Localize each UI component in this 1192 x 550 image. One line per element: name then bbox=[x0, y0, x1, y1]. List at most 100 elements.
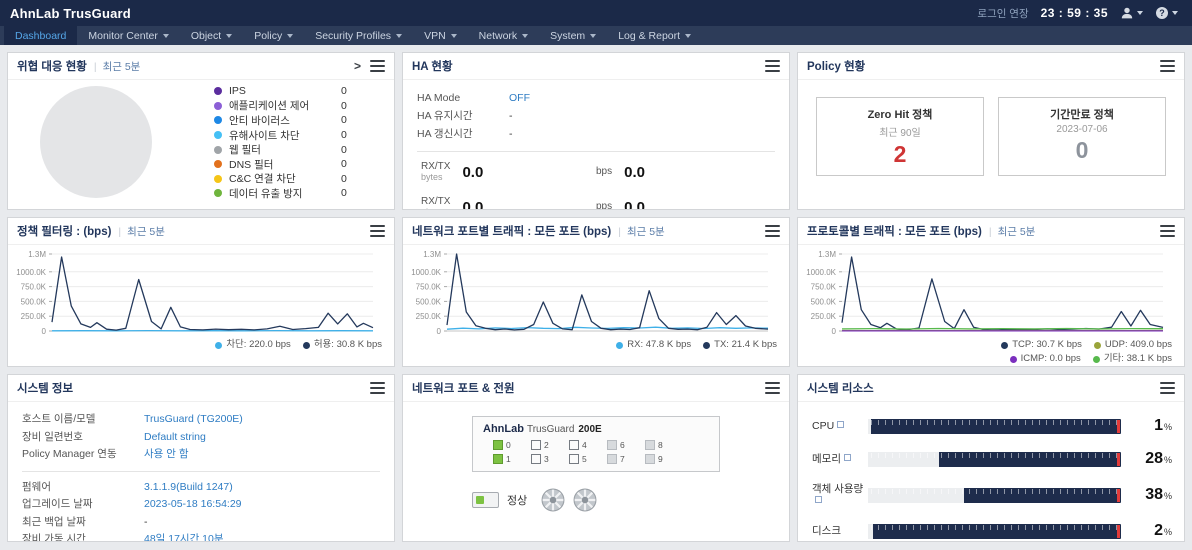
ha-counter: pps 0.0 bbox=[596, 197, 771, 210]
nav-item-monitor-center[interactable]: Monitor Center bbox=[77, 26, 179, 45]
policy-cards: Zero Hit 정책 최근 90일 2 기간만료 정책 2023-07-06 0 bbox=[798, 80, 1184, 176]
gauge-ticks bbox=[871, 452, 1118, 458]
panel-menu-icon[interactable] bbox=[765, 60, 780, 72]
panel-header: 프로토콜별 트래픽 : 모든 포트 (bps) 최근 5분 bbox=[798, 218, 1184, 245]
legend-item: 데이터 유출 방지 0 bbox=[214, 186, 374, 201]
legend-item: IPS 0 bbox=[214, 84, 374, 99]
legend-label: ICMP: 0.0 bps bbox=[1020, 353, 1081, 364]
nav-item-log-report[interactable]: Log & Report bbox=[607, 26, 702, 45]
port-number: 0 bbox=[506, 440, 511, 450]
session-extend-link[interactable]: 로그인 연장 bbox=[977, 6, 1028, 21]
info-row: 장비 일련번호 Default string bbox=[22, 429, 380, 447]
topbar-right: 로그인 연장 23 : 59 : 35 ? bbox=[977, 6, 1182, 21]
panel-menu-icon[interactable] bbox=[1160, 382, 1175, 394]
panel-menu-icon[interactable] bbox=[1160, 225, 1175, 237]
port-led-icon bbox=[645, 454, 655, 464]
port-9: 9 bbox=[645, 454, 683, 464]
ha-row-label: HA 유지시간 bbox=[417, 110, 473, 122]
ha-row-value[interactable]: OFF bbox=[509, 92, 530, 104]
gauge-row: CPU 1% bbox=[812, 417, 1172, 435]
expand-icon[interactable]: > bbox=[354, 60, 361, 72]
resource-gauges: CPU 1% 메모리 28% 객체 사용량 38% 디스크 2% bbox=[798, 402, 1184, 540]
counter-value: 0.0 bbox=[462, 163, 484, 181]
nav-item-system[interactable]: System bbox=[539, 26, 607, 45]
nav-item-object[interactable]: Object bbox=[180, 26, 243, 45]
port-led-icon bbox=[569, 440, 579, 450]
chevron-down-icon bbox=[522, 33, 529, 38]
gauge-label: CPU bbox=[812, 420, 864, 432]
user-icon bbox=[1121, 7, 1133, 19]
nav-item-label: System bbox=[550, 29, 586, 42]
panel-subtitle: 최근 5분 bbox=[87, 59, 141, 74]
panel-title: HA 현황 bbox=[412, 61, 453, 73]
port-number: 7 bbox=[620, 454, 625, 464]
power-status-label: 정상 bbox=[507, 495, 528, 507]
help-menu-button[interactable]: ? bbox=[1155, 6, 1178, 20]
fan-icon bbox=[541, 488, 565, 512]
info-value[interactable]: TrusGuard (TG200E) bbox=[144, 411, 243, 429]
ha-counter-label: RX/TXpkts bbox=[421, 197, 450, 210]
panel-title: 정책 필터링 : (bps) bbox=[17, 226, 112, 238]
gauge-bar bbox=[868, 487, 1121, 503]
gauge-row: 메모리 28% bbox=[812, 450, 1172, 468]
port-4: 4 bbox=[569, 440, 607, 450]
legend-color-dot bbox=[703, 341, 711, 349]
info-value[interactable]: 사용 안 함 bbox=[144, 446, 188, 464]
port-number: 5 bbox=[582, 454, 587, 464]
info-value: - bbox=[144, 515, 148, 528]
info-row: 호스트 이름/모델 TrusGuard (TG200E) bbox=[22, 411, 380, 429]
svg-text:500.0K: 500.0K bbox=[21, 297, 47, 306]
external-link-icon[interactable] bbox=[843, 454, 851, 461]
info-value[interactable]: Default string bbox=[144, 429, 206, 447]
svg-text:750.0K: 750.0K bbox=[811, 283, 837, 292]
external-link-icon[interactable] bbox=[815, 496, 822, 503]
ha-counter-label: RX/TX bytes bbox=[421, 162, 450, 183]
nav-item-vpn[interactable]: VPN bbox=[413, 26, 468, 45]
gauge-threshold-marker bbox=[1117, 524, 1120, 538]
port-2: 2 bbox=[531, 440, 569, 450]
user-menu-button[interactable] bbox=[1120, 6, 1143, 20]
legend-color-dot bbox=[214, 87, 222, 96]
svg-text:1.3M: 1.3M bbox=[818, 250, 836, 259]
policy-card[interactable]: Zero Hit 정책 최근 90일 2 bbox=[816, 97, 984, 176]
nav-item-security-profiles[interactable]: Security Profiles bbox=[304, 26, 413, 45]
panel-protocol-traffic-chart: 프로토콜별 트래픽 : 모든 포트 (bps) 최근 5분 0 250.0K 500… bbox=[797, 217, 1185, 367]
panel-header: 위협 대응 현황 최근 5분 > bbox=[8, 53, 394, 80]
panel-menu-icon[interactable] bbox=[370, 60, 385, 72]
panel-menu-icon[interactable] bbox=[765, 225, 780, 237]
divider bbox=[22, 470, 380, 472]
nav-item-network[interactable]: Network bbox=[468, 26, 540, 45]
svg-text:250.0K: 250.0K bbox=[21, 312, 47, 321]
external-link-icon[interactable] bbox=[837, 421, 845, 428]
chart-body: 0 250.0K 500.0K 750.0K 1000.0K 1.3M 차단: 220.0… bbox=[8, 245, 394, 353]
line-chart: 0 250.0K 500.0K 750.0K 1000.0K 1.3M bbox=[405, 249, 781, 339]
info-value[interactable]: 48일 17시간 10분 bbox=[144, 531, 224, 541]
info-value[interactable]: 2023-05-18 16:54:29 bbox=[144, 496, 242, 514]
gauge-label: 디스크 bbox=[812, 525, 841, 537]
panel-menu-icon[interactable] bbox=[765, 382, 780, 394]
panel-menu-icon[interactable] bbox=[370, 225, 385, 237]
panel-menu-icon[interactable] bbox=[1160, 60, 1175, 72]
counter-label: RX/TX bbox=[421, 196, 451, 207]
policy-card[interactable]: 기간만료 정책 2023-07-06 0 bbox=[998, 97, 1166, 176]
gauge-number: 38 bbox=[1145, 486, 1163, 503]
gauge-ticks bbox=[871, 419, 1118, 425]
panel-title: 시스템 리소스 bbox=[807, 383, 874, 395]
legend-item: 차단: 220.0 bps bbox=[215, 339, 291, 351]
info-value[interactable]: 3.1.1.9(Build 1247) bbox=[144, 479, 233, 497]
nav-item-dashboard[interactable]: Dashboard bbox=[4, 26, 78, 45]
legend-color-dot bbox=[214, 116, 222, 125]
percent-sign: % bbox=[1163, 491, 1172, 501]
info-label: 펌웨어 bbox=[22, 480, 51, 493]
port-led-icon bbox=[645, 440, 655, 450]
nav-item-policy[interactable]: Policy bbox=[243, 26, 304, 45]
gauge-label: 객체 사용량 bbox=[812, 483, 864, 507]
port-7: 7 bbox=[607, 454, 645, 464]
chart-svg: 0 250.0K 500.0K 750.0K 1000.0K 1.3M bbox=[16, 250, 374, 336]
panel-menu-icon[interactable] bbox=[370, 382, 385, 394]
line-chart: 0 250.0K 500.0K 750.0K 1000.0K 1.3M bbox=[10, 249, 386, 339]
port-led-icon bbox=[531, 440, 541, 450]
legend-item: TX: 21.4 K bps bbox=[703, 339, 777, 351]
port-led-icon bbox=[607, 440, 617, 450]
panel-title: 네트워크 포트 & 전원 bbox=[412, 383, 515, 395]
